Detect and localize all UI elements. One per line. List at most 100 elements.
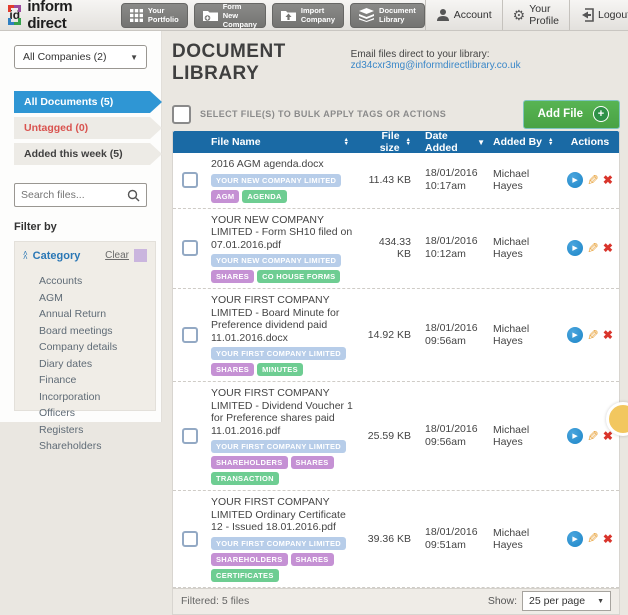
category-item[interactable]: Finance <box>39 372 155 389</box>
category-item[interactable]: Incorporation <box>39 389 155 406</box>
column-file-name[interactable]: File Name <box>211 136 261 148</box>
tag-pill[interactable]: SHAREHOLDERS <box>211 553 288 566</box>
category-panel: ˄˄ Category Clear AccountsAGMAnnual Retu… <box>14 241 156 411</box>
tag-pill[interactable]: MINUTES <box>257 363 303 376</box>
edit-file-icon[interactable]: ✎ <box>587 428 599 445</box>
app-logo[interactable]: id inform direct <box>8 0 81 32</box>
delete-file-icon[interactable]: ✖ <box>603 173 613 187</box>
added-by: Michael Hayes <box>489 323 561 347</box>
tag-pill[interactable]: YOUR FIRST COMPANY LIMITED <box>211 537 346 550</box>
delete-file-icon[interactable]: ✖ <box>603 532 613 546</box>
category-title[interactable]: Category <box>33 250 81 262</box>
edit-file-icon[interactable]: ✎ <box>587 327 599 344</box>
logo-text: inform direct <box>27 0 80 32</box>
your-profile-link[interactable]: ⚙ Your Profile <box>502 0 569 30</box>
delete-file-icon[interactable]: ✖ <box>603 328 613 342</box>
tag-pill[interactable]: SHARES <box>211 270 254 283</box>
sidebar-item-untagged[interactable]: Untagged (0) <box>14 117 162 139</box>
your-portfolio-button[interactable]: YourPortfolio <box>121 3 188 28</box>
file-name[interactable]: YOUR FIRST COMPANY LIMITED - Board Minut… <box>211 294 353 344</box>
tag-pill[interactable]: SHARES <box>291 456 334 469</box>
category-item[interactable]: Shareholders <box>39 438 155 455</box>
per-page-select[interactable]: 25 per page ▼ <box>522 591 611 611</box>
tag-pill[interactable]: CO HOUSE FORMS <box>257 270 340 283</box>
bulk-select-checkbox[interactable] <box>172 105 191 124</box>
show-label: Show: <box>488 595 517 607</box>
tag-pill[interactable]: TRANSACTION <box>211 472 279 485</box>
edit-file-icon[interactable]: ✎ <box>587 240 599 257</box>
tag-pill[interactable]: SHAREHOLDERS <box>211 456 288 469</box>
search-input[interactable] <box>21 189 127 201</box>
tag-pill[interactable]: YOUR NEW COMPANY LIMITED <box>211 254 341 267</box>
date-added: 18/01/201609:56am <box>415 322 489 348</box>
import-company-button[interactable]: ImportCompany <box>272 3 344 28</box>
tag-pill[interactable]: YOUR FIRST COMPANY LIMITED <box>211 440 346 453</box>
logo-mark-icon: id <box>8 5 21 25</box>
tag-pill[interactable]: CERTIFICATES <box>211 569 279 582</box>
category-item[interactable]: Company details <box>39 339 155 356</box>
category-item[interactable]: Annual Return <box>39 306 155 323</box>
sort-file-size-icon[interactable]: ▲▼ <box>406 138 411 147</box>
row-checkbox[interactable] <box>182 428 198 444</box>
category-color-swatch[interactable] <box>134 249 147 262</box>
tag-pill[interactable]: SHARES <box>291 553 334 566</box>
sidebar-item-all-documents[interactable]: All Documents (5) <box>14 91 162 113</box>
tag-pill[interactable]: AGM <box>211 190 239 203</box>
edit-file-icon[interactable]: ✎ <box>587 172 599 189</box>
delete-file-icon[interactable]: ✖ <box>603 241 613 255</box>
add-file-button[interactable]: Add File + <box>523 100 620 129</box>
file-name[interactable]: YOUR NEW COMPANY LIMITED - Form SH10 fil… <box>211 214 353 252</box>
category-item[interactable]: AGM <box>39 290 155 307</box>
category-item[interactable]: Officers <box>39 405 155 422</box>
column-file-size[interactable]: File size <box>363 130 400 154</box>
form-new-company-button[interactable]: Form NewCompany <box>194 3 266 28</box>
added-by: Michael Hayes <box>489 168 561 192</box>
file-name[interactable]: YOUR FIRST COMPANY LIMITED - Dividend Vo… <box>211 387 353 437</box>
row-checkbox[interactable] <box>182 327 198 343</box>
view-file-icon[interactable]: ▶ <box>567 240 583 256</box>
view-file-icon[interactable]: ▶ <box>567 172 583 188</box>
sort-added-by-icon[interactable]: ▲▼ <box>548 138 553 147</box>
category-item[interactable]: Accounts <box>39 273 155 290</box>
column-date-added[interactable]: Date Added <box>425 130 471 154</box>
category-item[interactable]: Registers <box>39 422 155 439</box>
account-link[interactable]: Account <box>425 0 502 30</box>
tag-pill[interactable]: AGENDA <box>242 190 286 203</box>
sidebar-item-added-this-week[interactable]: Added this week (5) <box>14 143 162 165</box>
tag-pill[interactable]: YOUR NEW COMPANY LIMITED <box>211 174 341 187</box>
tag-pill[interactable]: SHARES <box>211 363 254 376</box>
category-item[interactable]: Diary dates <box>39 356 155 373</box>
sort-date-added-desc-icon[interactable]: ▼ <box>477 138 485 147</box>
column-added-by[interactable]: Added By <box>493 136 542 148</box>
plus-icon: + <box>593 106 609 122</box>
company-filter-select[interactable]: All Companies (2) ▼ <box>14 45 147 69</box>
library-email-link[interactable]: zd34cxr3mg@informdirectlibrary.co.uk <box>351 60 521 71</box>
file-name[interactable]: 2016 AGM agenda.docx <box>211 158 353 171</box>
table-header: File Name ▲▼ File size ▲▼ Date Added ▼ A… <box>173 131 619 153</box>
edit-file-icon[interactable]: ✎ <box>587 530 599 547</box>
category-item[interactable]: Board meetings <box>39 323 155 340</box>
row-checkbox[interactable] <box>182 240 198 256</box>
file-size: 25.59 KB <box>359 430 415 442</box>
file-size: 39.36 KB <box>359 533 415 545</box>
sort-file-name-icon[interactable]: ▲▼ <box>344 138 349 147</box>
document-library-button[interactable]: DocumentLibrary <box>350 3 425 28</box>
view-file-icon[interactable]: ▶ <box>567 531 583 547</box>
gear-icon: ⚙ <box>513 8 526 22</box>
logout-link[interactable]: Logout <box>569 0 628 30</box>
view-file-icon[interactable]: ▶ <box>567 428 583 444</box>
tag-pill[interactable]: YOUR FIRST COMPANY LIMITED <box>211 347 346 360</box>
row-checkbox[interactable] <box>182 531 198 547</box>
email-direct-line: Email files direct to your library: zd34… <box>351 49 620 71</box>
table-footer: Filtered: 5 files Show: 25 per page ▼ <box>173 588 619 614</box>
bulk-select-label: SELECT FILE(S) TO BULK APPLY TAGS OR ACT… <box>200 109 446 119</box>
category-clear-link[interactable]: Clear <box>105 250 129 261</box>
row-checkbox[interactable] <box>182 172 198 188</box>
search-icon[interactable] <box>127 189 140 202</box>
chevron-down-icon: ▼ <box>597 598 604 605</box>
top-bar: id inform direct YourPortfolio Form NewC… <box>0 0 628 31</box>
view-file-icon[interactable]: ▶ <box>567 327 583 343</box>
file-name[interactable]: YOUR FIRST COMPANY LIMITED Ordinary Cert… <box>211 496 353 534</box>
collapse-chevrons-icon[interactable]: ˄˄ <box>23 252 28 260</box>
added-by: Michael Hayes <box>489 424 561 448</box>
